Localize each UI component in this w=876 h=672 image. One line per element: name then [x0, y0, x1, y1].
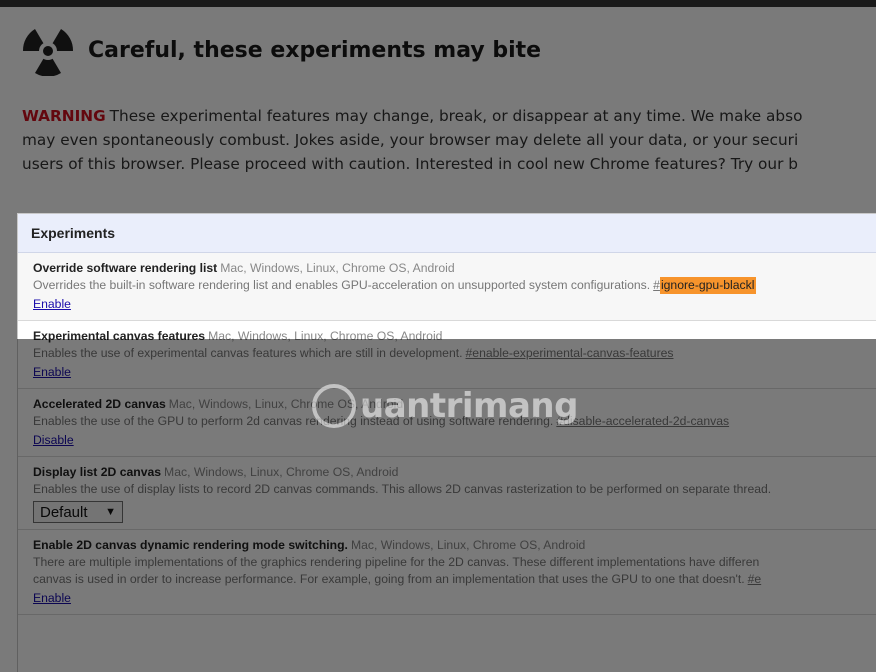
warning-label: WARNING: [22, 107, 106, 125]
experiment-platforms: Mac, Windows, Linux, Chrome OS, Android: [220, 261, 455, 275]
dropdown-arrow-icon: ▼: [105, 506, 116, 518]
experiment-hash-highlighted[interactable]: ignore-gpu-blackl: [659, 277, 757, 294]
warning-text-2: may even spontaneously combust. Jokes as…: [22, 131, 799, 149]
experiment-hash-link[interactable]: #enable-experimental-canvas-features: [466, 346, 674, 360]
experiment-platforms: Mac, Windows, Linux, Chrome OS, Android: [350, 538, 586, 552]
enable-link[interactable]: Enable: [33, 294, 71, 314]
experiments-header: Experiments: [18, 214, 876, 253]
experiment-display-list-2d-canvas: Display list 2D canvas Mac, Windows, Linu…: [18, 457, 876, 530]
experiment-override-software-rendering-list: Override software rendering list Mac, Win…: [18, 253, 876, 321]
experiment-description-text: Enables the use of the GPU to perform 2d…: [33, 414, 554, 428]
experiment-hash-link[interactable]: #e: [748, 572, 762, 586]
experiment-platforms: Mac, Windows, Linux, Chrome OS, Android: [164, 465, 399, 479]
radiation-icon: [22, 29, 74, 76]
disable-link[interactable]: Disable: [33, 430, 74, 450]
experiment-description-line-2: canvas is used in order to increase perf…: [33, 571, 876, 588]
experiment-description-text: canvas is used in order to increase perf…: [33, 572, 745, 586]
warning-text-1: These experimental features may change, …: [109, 107, 803, 125]
experiment-description-line-1: There are multiple implementations of th…: [33, 555, 760, 569]
warning-text-3: users of this browser. Please proceed wi…: [22, 155, 798, 173]
experiment-hash-link[interactable]: #disable-accelerated-2d-canvas: [556, 414, 729, 428]
experiment-description: Enables the use of experimental canvas f…: [33, 345, 876, 362]
experiments-panel: Experiments Override software rendering …: [17, 213, 876, 672]
experiment-description: Enables the use of the GPU to perform 2d…: [33, 413, 876, 430]
select-value: Default: [40, 503, 88, 521]
warning-line-1: WARNING These experimental features may c…: [22, 104, 876, 128]
experiment-description: Enables the use of display lists to reco…: [33, 482, 772, 496]
experiment-platforms: Mac, Windows, Linux, Chrome OS, Android: [208, 329, 443, 343]
experiment-name: Enable 2D canvas dynamic rendering mode …: [33, 538, 348, 552]
experiment-mode-select[interactable]: Default ▼: [33, 501, 123, 523]
experiment-platforms: Mac, Windows, Linux, Chrome OS, Android: [168, 397, 404, 411]
page-title: Careful, these experiments may bite: [88, 37, 542, 63]
experiment-name: Accelerated 2D canvas: [33, 397, 166, 411]
flags-page: Careful, these experiments may bite WARN…: [0, 0, 876, 672]
window-top-border: [0, 0, 876, 7]
dim-overlay-left: [0, 213, 17, 339]
page-header: Careful, these experiments may bite: [22, 24, 541, 76]
experiment-experimental-canvas-features: Experimental canvas features Mac, Windows…: [18, 321, 876, 389]
experiment-2d-canvas-dynamic-rendering: Enable 2D canvas dynamic rendering mode …: [18, 530, 876, 615]
enable-link[interactable]: Enable: [33, 362, 71, 382]
experiment-accelerated-2d-canvas: Accelerated 2D canvas Mac, Windows, Linux…: [18, 389, 876, 457]
experiment-description: Overrides the built-in software renderin…: [33, 277, 876, 294]
enable-link[interactable]: Enable: [33, 588, 71, 608]
experiment-hash-prefix[interactable]: #: [653, 278, 660, 292]
experiment-name: Override software rendering list: [33, 261, 218, 275]
experiment-name: Experimental canvas features: [33, 329, 206, 343]
experiment-name: Display list 2D canvas: [33, 465, 162, 479]
experiment-description-text: Enables the use of experimental canvas f…: [33, 346, 463, 360]
experiment-description-text: Overrides the built-in software renderin…: [33, 278, 651, 292]
warning-message: WARNING These experimental features may c…: [22, 104, 876, 176]
